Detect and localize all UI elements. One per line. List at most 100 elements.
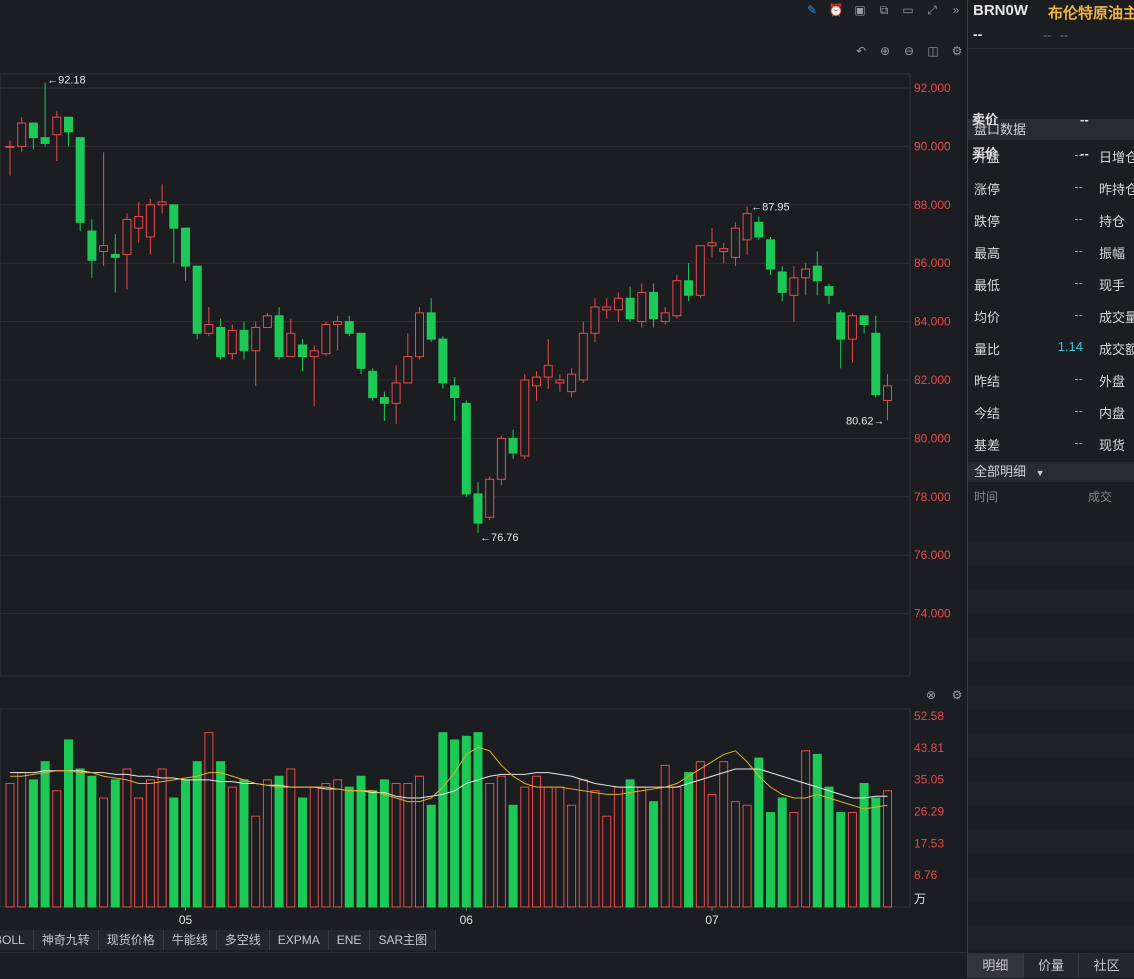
- panel-tab[interactable]: 明细: [968, 954, 1024, 978]
- volume-bar[interactable]: [824, 786, 834, 908]
- candle-body[interactable]: [883, 385, 892, 401]
- volume-bar[interactable]: [836, 812, 846, 908]
- volume-bar[interactable]: [274, 775, 284, 908]
- volume-bar[interactable]: [262, 779, 272, 908]
- candle-body[interactable]: [485, 478, 495, 518]
- panel-tab[interactable]: 社区: [1079, 954, 1134, 978]
- volume-bar[interactable]: [321, 782, 331, 908]
- volume-bar[interactable]: [99, 797, 109, 908]
- volume-bar[interactable]: [543, 786, 553, 908]
- candle-body[interactable]: [520, 379, 530, 457]
- volume-bar[interactable]: [754, 757, 764, 908]
- volume-bar[interactable]: [391, 782, 401, 908]
- volume-bar[interactable]: [75, 768, 85, 908]
- candle-body[interactable]: [532, 376, 541, 387]
- candle-body[interactable]: [473, 493, 483, 524]
- volume-bar[interactable]: [730, 801, 740, 908]
- indicator-tab[interactable]: 多空线: [217, 930, 270, 950]
- volume-bar[interactable]: [555, 786, 565, 908]
- candle-body[interactable]: [426, 312, 436, 340]
- indicator-tab[interactable]: 现货价格: [99, 930, 164, 950]
- volume-bar[interactable]: [426, 804, 436, 908]
- indicator-tab[interactable]: 神奇九转: [34, 930, 99, 950]
- volume-bar[interactable]: [298, 797, 307, 908]
- volume-bar[interactable]: [64, 739, 73, 908]
- candle-body[interactable]: [99, 245, 109, 253]
- volume-bar[interactable]: [766, 812, 775, 908]
- symbol-code[interactable]: BRN0W: [973, 2, 1028, 19]
- candle-body[interactable]: [543, 364, 553, 378]
- candle-body[interactable]: [695, 245, 705, 296]
- candle-body[interactable]: [157, 201, 167, 206]
- volume-bar[interactable]: [742, 804, 752, 908]
- candle-body[interactable]: [578, 332, 588, 381]
- candle-body[interactable]: [637, 291, 647, 323]
- volume-bar[interactable]: [344, 786, 354, 908]
- candle-body[interactable]: [87, 230, 97, 261]
- volume-bar[interactable]: [5, 782, 15, 908]
- candle-body[interactable]: [75, 137, 85, 223]
- candle-body[interactable]: [742, 213, 752, 241]
- indicator-tab[interactable]: 牛能线: [164, 930, 217, 950]
- candle-body[interactable]: [672, 280, 682, 317]
- candle-body[interactable]: [356, 332, 366, 369]
- detail-list[interactable]: [968, 518, 1134, 953]
- indicator-tab[interactable]: SAR主图: [370, 930, 437, 950]
- candle-body[interactable]: [496, 437, 506, 480]
- volume-bar[interactable]: [719, 761, 729, 908]
- candle-body[interactable]: [801, 268, 811, 279]
- candle-body[interactable]: [567, 373, 577, 393]
- candle-body[interactable]: [344, 321, 354, 334]
- volume-bar[interactable]: [801, 750, 811, 908]
- panel-tab[interactable]: 价量: [1024, 954, 1080, 978]
- candle-body[interactable]: [309, 350, 319, 358]
- volume-bar[interactable]: [227, 786, 237, 908]
- volume-bar[interactable]: [789, 812, 799, 908]
- candle-body[interactable]: [777, 271, 787, 293]
- candle-body[interactable]: [40, 137, 50, 144]
- candle-body[interactable]: [836, 312, 846, 340]
- candle-body[interactable]: [450, 385, 460, 399]
- candle-body[interactable]: [251, 326, 261, 352]
- volume-bar[interactable]: [450, 739, 460, 908]
- candle-body[interactable]: [766, 239, 775, 270]
- candle-body[interactable]: [391, 382, 401, 404]
- volume-bar[interactable]: [532, 775, 541, 908]
- candle-body[interactable]: [613, 297, 623, 311]
- candle-body[interactable]: [239, 329, 249, 352]
- volume-bar[interactable]: [508, 804, 518, 908]
- volume-bar[interactable]: [625, 779, 635, 908]
- volume-bar[interactable]: [333, 779, 343, 908]
- volume-bar[interactable]: [415, 775, 424, 908]
- candle-body[interactable]: [754, 221, 764, 238]
- volume-bar[interactable]: [847, 812, 857, 908]
- volume-bar[interactable]: [204, 732, 214, 908]
- volume-bar[interactable]: [520, 786, 530, 908]
- volume-bar[interactable]: [707, 793, 717, 908]
- candle-body[interactable]: [145, 204, 155, 238]
- candle-body[interactable]: [64, 116, 73, 133]
- volume-bar[interactable]: [883, 790, 892, 908]
- volume-bar[interactable]: [461, 735, 471, 908]
- volume-bar[interactable]: [859, 782, 869, 908]
- candle-body[interactable]: [227, 329, 237, 355]
- dropdown-icon[interactable]: ▼: [1036, 468, 1045, 478]
- volume-bar[interactable]: [122, 768, 132, 908]
- candle-body[interactable]: [321, 324, 331, 355]
- volume-bar[interactable]: [602, 815, 612, 908]
- volume-bar[interactable]: [134, 797, 144, 908]
- volume-bar[interactable]: [695, 761, 705, 908]
- volume-bar[interactable]: [567, 804, 577, 908]
- indicator-tab[interactable]: ENE: [329, 930, 371, 950]
- volume-bar[interactable]: [590, 790, 600, 908]
- volume-bar[interactable]: [356, 775, 366, 908]
- volume-bar[interactable]: [578, 779, 588, 908]
- volume-bar[interactable]: [368, 790, 378, 908]
- candle-body[interactable]: [461, 402, 471, 495]
- volume-bar[interactable]: [496, 775, 506, 908]
- candle-body[interactable]: [333, 321, 343, 326]
- volume-bar[interactable]: [192, 761, 202, 908]
- volume-bar[interactable]: [28, 779, 38, 908]
- candle-body[interactable]: [274, 315, 284, 358]
- candle-body[interactable]: [17, 122, 27, 147]
